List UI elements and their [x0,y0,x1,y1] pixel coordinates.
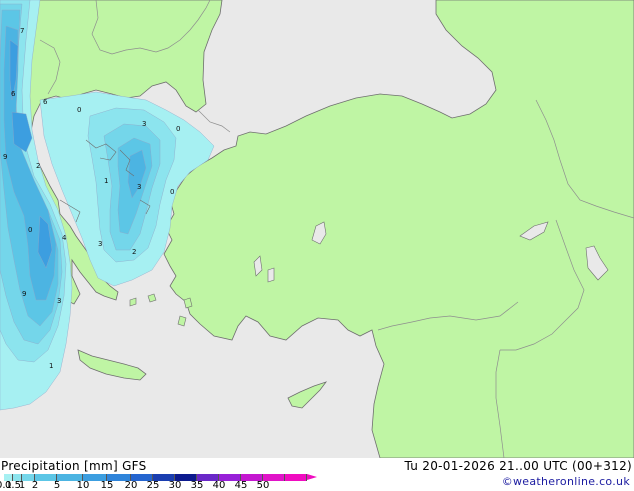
legend-tick-label: 45 [234,480,248,491]
map-label: 9 [3,153,7,161]
legend-tick-label: 50 [256,480,270,491]
legend-tick-label: 30 [168,480,182,491]
legend-tick-label: 40 [212,480,226,491]
map-label: 0 [176,125,180,133]
color-scale-labels: 0.10.5125101520253035404550 [0,480,340,491]
credit-link[interactable]: ©weatheronline.co.uk [502,475,630,488]
legend-tick-label: 25 [146,480,160,491]
legend-tick-label: 10 [76,480,90,491]
map-label: 2 [36,162,40,170]
map-label: 6 [11,90,16,98]
map-label: 9 [22,290,26,298]
map-label: 2 [132,248,136,256]
map-label: 3 [57,297,61,305]
legend-tick-label: 2 [31,480,39,491]
map-label: 6 [43,98,48,106]
valid-time: Tu 20-01-2026 21..00 UTC (00+312) [404,459,632,473]
legend-tick-label: 35 [190,480,204,491]
legend-tick-label: 5 [53,480,61,491]
map-label: 3 [98,240,102,248]
map-title: Precipitation [mm] GFS [1,459,147,473]
map-label: 1 [49,362,53,370]
legend-tick-label: 1 [18,480,26,491]
map-canvas: 7 6 6 0 0 3 9 2 1 3 4 3 2 9 3 1 0 0 3 [0,0,634,459]
legend-footer: Precipitation [mm] GFS Tu 20-01-2026 21.… [0,458,634,491]
map-label: 4 [62,234,67,242]
map-label: 7 [20,27,24,35]
map-label: 0 [77,106,81,114]
map-label: 3 [137,183,141,191]
map-label: 3 [142,120,146,128]
precipitation-map: 7 6 6 0 0 3 9 2 1 3 4 3 2 9 3 1 0 0 3 [0,0,634,459]
map-label: 1 [104,177,108,185]
legend-tick-label: 20 [124,480,138,491]
map-label: 0 [170,188,174,196]
map-label: 0 [28,226,32,234]
legend-tick-label: 15 [100,480,114,491]
